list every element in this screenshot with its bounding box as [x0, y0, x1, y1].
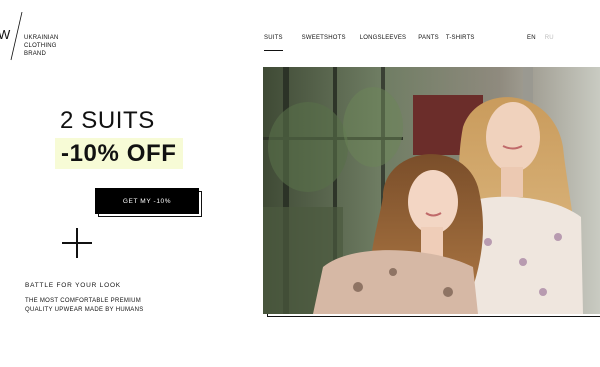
hero-photo-illustration — [263, 67, 600, 314]
hero-tagline: BATTLE FOR YOUR LOOK — [25, 282, 121, 289]
nav-item-pants[interactable]: PANTS — [418, 35, 439, 45]
main-nav: SUITS SWEETSHOTS LONGSLEEVES PANTS T-SHI… — [264, 35, 475, 51]
nav-item-longsleeves[interactable]: LONGSLEEVES — [360, 35, 407, 45]
hero-subhead: -10% OFF — [61, 140, 177, 167]
brand-text: UKRAINIAN CLOTHING BRAND — [24, 34, 58, 58]
nav-item-suits[interactable]: SUITS — [264, 35, 283, 51]
plus-icon[interactable] — [62, 228, 92, 258]
nav-item-sweetshots[interactable]: SWEETSHOTS — [302, 35, 346, 45]
lang-ru[interactable]: RU — [545, 35, 554, 41]
brand-line: UKRAINIAN — [24, 35, 59, 41]
hero-description: THE MOST COMFORTABLE PREMIUM QUALITY UPW… — [25, 297, 144, 315]
description-line: QUALITY UPWEAR MADE BY HUMANS — [25, 307, 144, 313]
lang-en[interactable]: EN — [527, 35, 536, 41]
hero-headline: 2 SUITS — [60, 107, 155, 134]
logo-letter: W — [0, 27, 11, 42]
brand-line: CLOTHING — [24, 43, 57, 49]
logo-slash — [10, 12, 23, 61]
cta-button[interactable]: GET MY -10% — [95, 188, 199, 214]
hero-photo — [263, 67, 600, 314]
brand-line: BRAND — [24, 51, 47, 57]
description-line: THE MOST COMFORTABLE PREMIUM — [25, 298, 142, 304]
language-switcher: EN RU — [527, 35, 554, 41]
brand-logo[interactable]: W — [0, 12, 26, 62]
nav-item-t-shirts[interactable]: T-SHIRTS — [446, 35, 475, 45]
